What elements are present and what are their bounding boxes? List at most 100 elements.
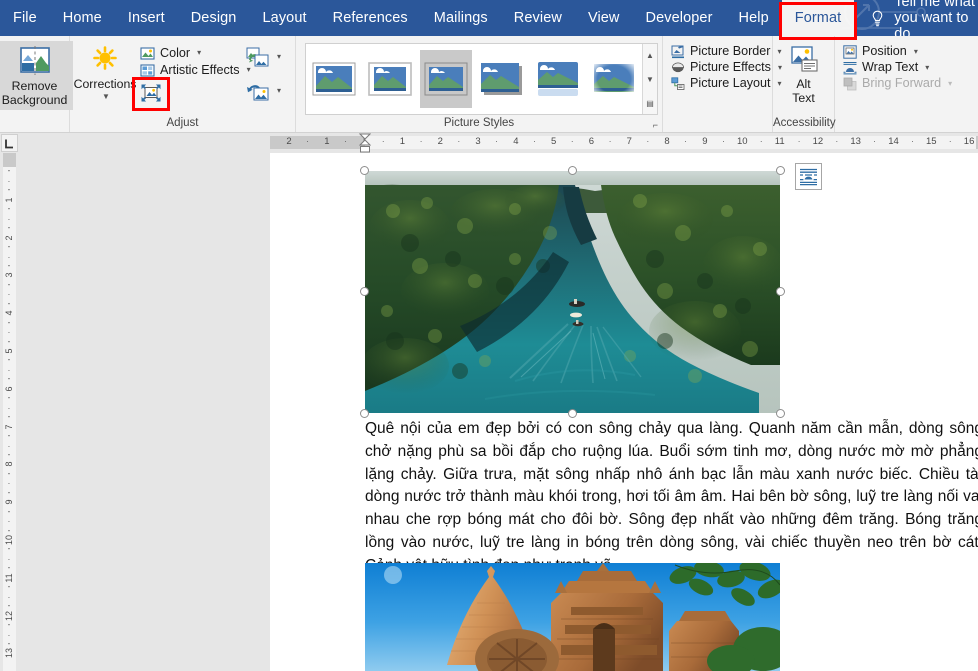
change-picture-chevron-down-icon[interactable]: ▾ [277,53,281,62]
ruler-tick-vertical: - [2,374,16,383]
ruler-tick-vertical: - [2,337,16,346]
ruler-number: 1 [324,136,329,147]
document-workspace[interactable]: Quê nội của em đẹp bởi có con sông chảy … [18,153,978,671]
compress-pictures-icon [140,83,162,103]
ruler-tick: · [722,137,725,146]
horizontal-ruler[interactable]: 2112345678910111213141516··|············… [0,133,978,153]
selection-handle-top-right[interactable] [776,166,785,175]
selection-handle-middle-right[interactable] [776,287,785,296]
selection-handle-middle-left[interactable] [360,287,369,296]
position-button[interactable]: Position ▾ [839,44,922,60]
ribbon-tab-format[interactable]: Format [782,0,855,36]
ruler-number: 7 [627,136,632,147]
ribbon-tab-developer[interactable]: Developer [633,0,726,36]
ruler-tick: · [949,137,952,146]
indent-markers[interactable] [359,133,371,153]
picture-river-container[interactable] [365,171,780,413]
position-label: Position [862,45,907,59]
picture-style-4[interactable] [532,50,584,108]
picture-styles-dialog-launcher-icon[interactable]: ⌐ [653,120,658,130]
color-chevron-down-icon[interactable]: ▾ [197,49,201,58]
ruler-tick-vertical: - [2,639,16,648]
ribbon-tab-insert[interactable]: Insert [115,0,178,36]
ruler-tick-vertical: - [2,223,16,232]
ruler-tick-vertical: - [2,601,16,610]
picture-styles-scroll-up-icon[interactable]: ▲ [643,44,657,66]
picture-styles-scrollbar[interactable]: ▲ ▼ ▤ [642,44,657,114]
ruler-top-margin-band [3,153,16,167]
corrections-button[interactable]: Corrections ▼ [74,41,136,104]
ribbon-tab-help[interactable]: Help [726,0,782,36]
ruler-number: 6 [589,136,594,147]
river-jungle-aerial-photo[interactable] [365,171,780,413]
bring-forward-button[interactable]: Bring Forward ▾ [839,76,956,92]
picture-layout-button[interactable]: Picture Layout ▾ [667,76,786,92]
beveled-matte-white-icon [367,60,413,98]
selection-handle-top-center[interactable] [568,166,577,175]
picture-border-label: Picture Border [690,45,771,59]
ribbon-tab-home[interactable]: Home [50,0,115,36]
wrap-text-chevron-down-icon[interactable]: ▾ [925,64,929,73]
remove-background-button[interactable]: Remove Background [0,41,73,110]
ruler-tick-vertical: - [2,544,16,553]
ribbon-tab-references[interactable]: References [320,0,421,36]
color-button[interactable]: Color ▾ [136,45,244,62]
ribbon-tab-design[interactable]: Design [178,0,250,36]
compress-pictures-button[interactable] [136,79,244,104]
picture-style-3[interactable] [476,50,528,108]
picture-effects-button[interactable]: Picture Effects ▾ [667,60,786,76]
ribbon-tab-view[interactable]: View [575,0,633,36]
ribbon-tab-file[interactable]: File [0,0,50,36]
selection-handle-bottom-left[interactable] [360,409,369,418]
bring-forward-chevron-down-icon[interactable]: ▾ [948,80,952,89]
ruler-number: 10 [737,136,748,147]
ruler-tick: · [458,137,461,146]
remove-background-label-1: Remove [2,80,68,94]
ribbon-tab-review[interactable]: Review [501,0,575,36]
change-picture-icon [246,47,270,68]
ruler-tick: · [647,137,650,146]
cham-tower-photo[interactable] [365,563,780,671]
picture-styles-more-icon[interactable]: ▤ [643,92,657,114]
ruler-number-vertical: 13 [4,646,14,660]
artistic-effects-label: Artistic Effects [160,64,240,78]
alt-text-button[interactable]: Alt Text [781,41,827,108]
ribbon-tab-mailings[interactable]: Mailings [421,0,501,36]
ruler-tick: · [760,137,763,146]
ribbon-group-adjust: Corrections ▼ Color ▾ [70,36,296,132]
position-chevron-down-icon[interactable]: ▾ [914,48,918,57]
change-picture-button[interactable]: ▾ [244,47,290,68]
document-page[interactable]: Quê nội của em đẹp bởi có con sông chảy … [270,153,978,671]
tab-stop-selector[interactable] [1,134,18,152]
picture-style-0[interactable] [308,50,360,108]
ruler-tick: · [382,137,385,146]
artistic-effects-button[interactable]: Artistic Effects ▾ [136,62,244,79]
layout-options-button[interactable] [795,163,822,190]
picture-style-1[interactable] [364,50,416,108]
selection-handle-bottom-right[interactable] [776,409,785,418]
ruler-tick: · [798,137,801,146]
picture-styles-gallery[interactable]: ▲ ▼ ▤ [305,43,658,115]
corrections-chevron-down-icon[interactable]: ▼ [102,93,110,102]
selection-handle-bottom-center[interactable] [568,409,577,418]
ribbon-tab-layout[interactable]: Layout [249,0,319,36]
reset-picture-button[interactable]: ▾ [244,81,290,102]
wrap-text-button[interactable]: Wrap Text ▾ [839,60,933,76]
ruler-tick: · [836,137,839,146]
ruler-number: 8 [664,136,669,147]
reset-picture-chevron-down-icon[interactable]: ▾ [277,87,281,96]
ruler-tick-vertical: - [2,620,16,629]
picture-style-5[interactable] [588,50,640,108]
picture-styles-scroll-down-icon[interactable]: ▼ [643,68,657,90]
tell-me-search[interactable]: Tell me what you want to do [854,0,978,36]
picture-cham-tower-container[interactable] [365,563,780,671]
picture-border-button[interactable]: Picture Border ▾ [667,44,786,60]
selection-handle-top-left[interactable] [360,166,369,175]
document-paragraph[interactable]: Quê nội của em đẹp bởi có con sông chảy … [365,418,978,577]
artistic-effects-icon [140,63,155,78]
picture-style-2[interactable] [420,50,472,108]
alt-text-label-2: Text [792,92,815,106]
ribbon-group-label-picture-commands [663,129,772,132]
vertical-ruler[interactable]: 12345678910111213·············----------… [0,153,18,671]
ribbon-tabs: File Home Insert Design Layout Reference… [0,0,854,36]
